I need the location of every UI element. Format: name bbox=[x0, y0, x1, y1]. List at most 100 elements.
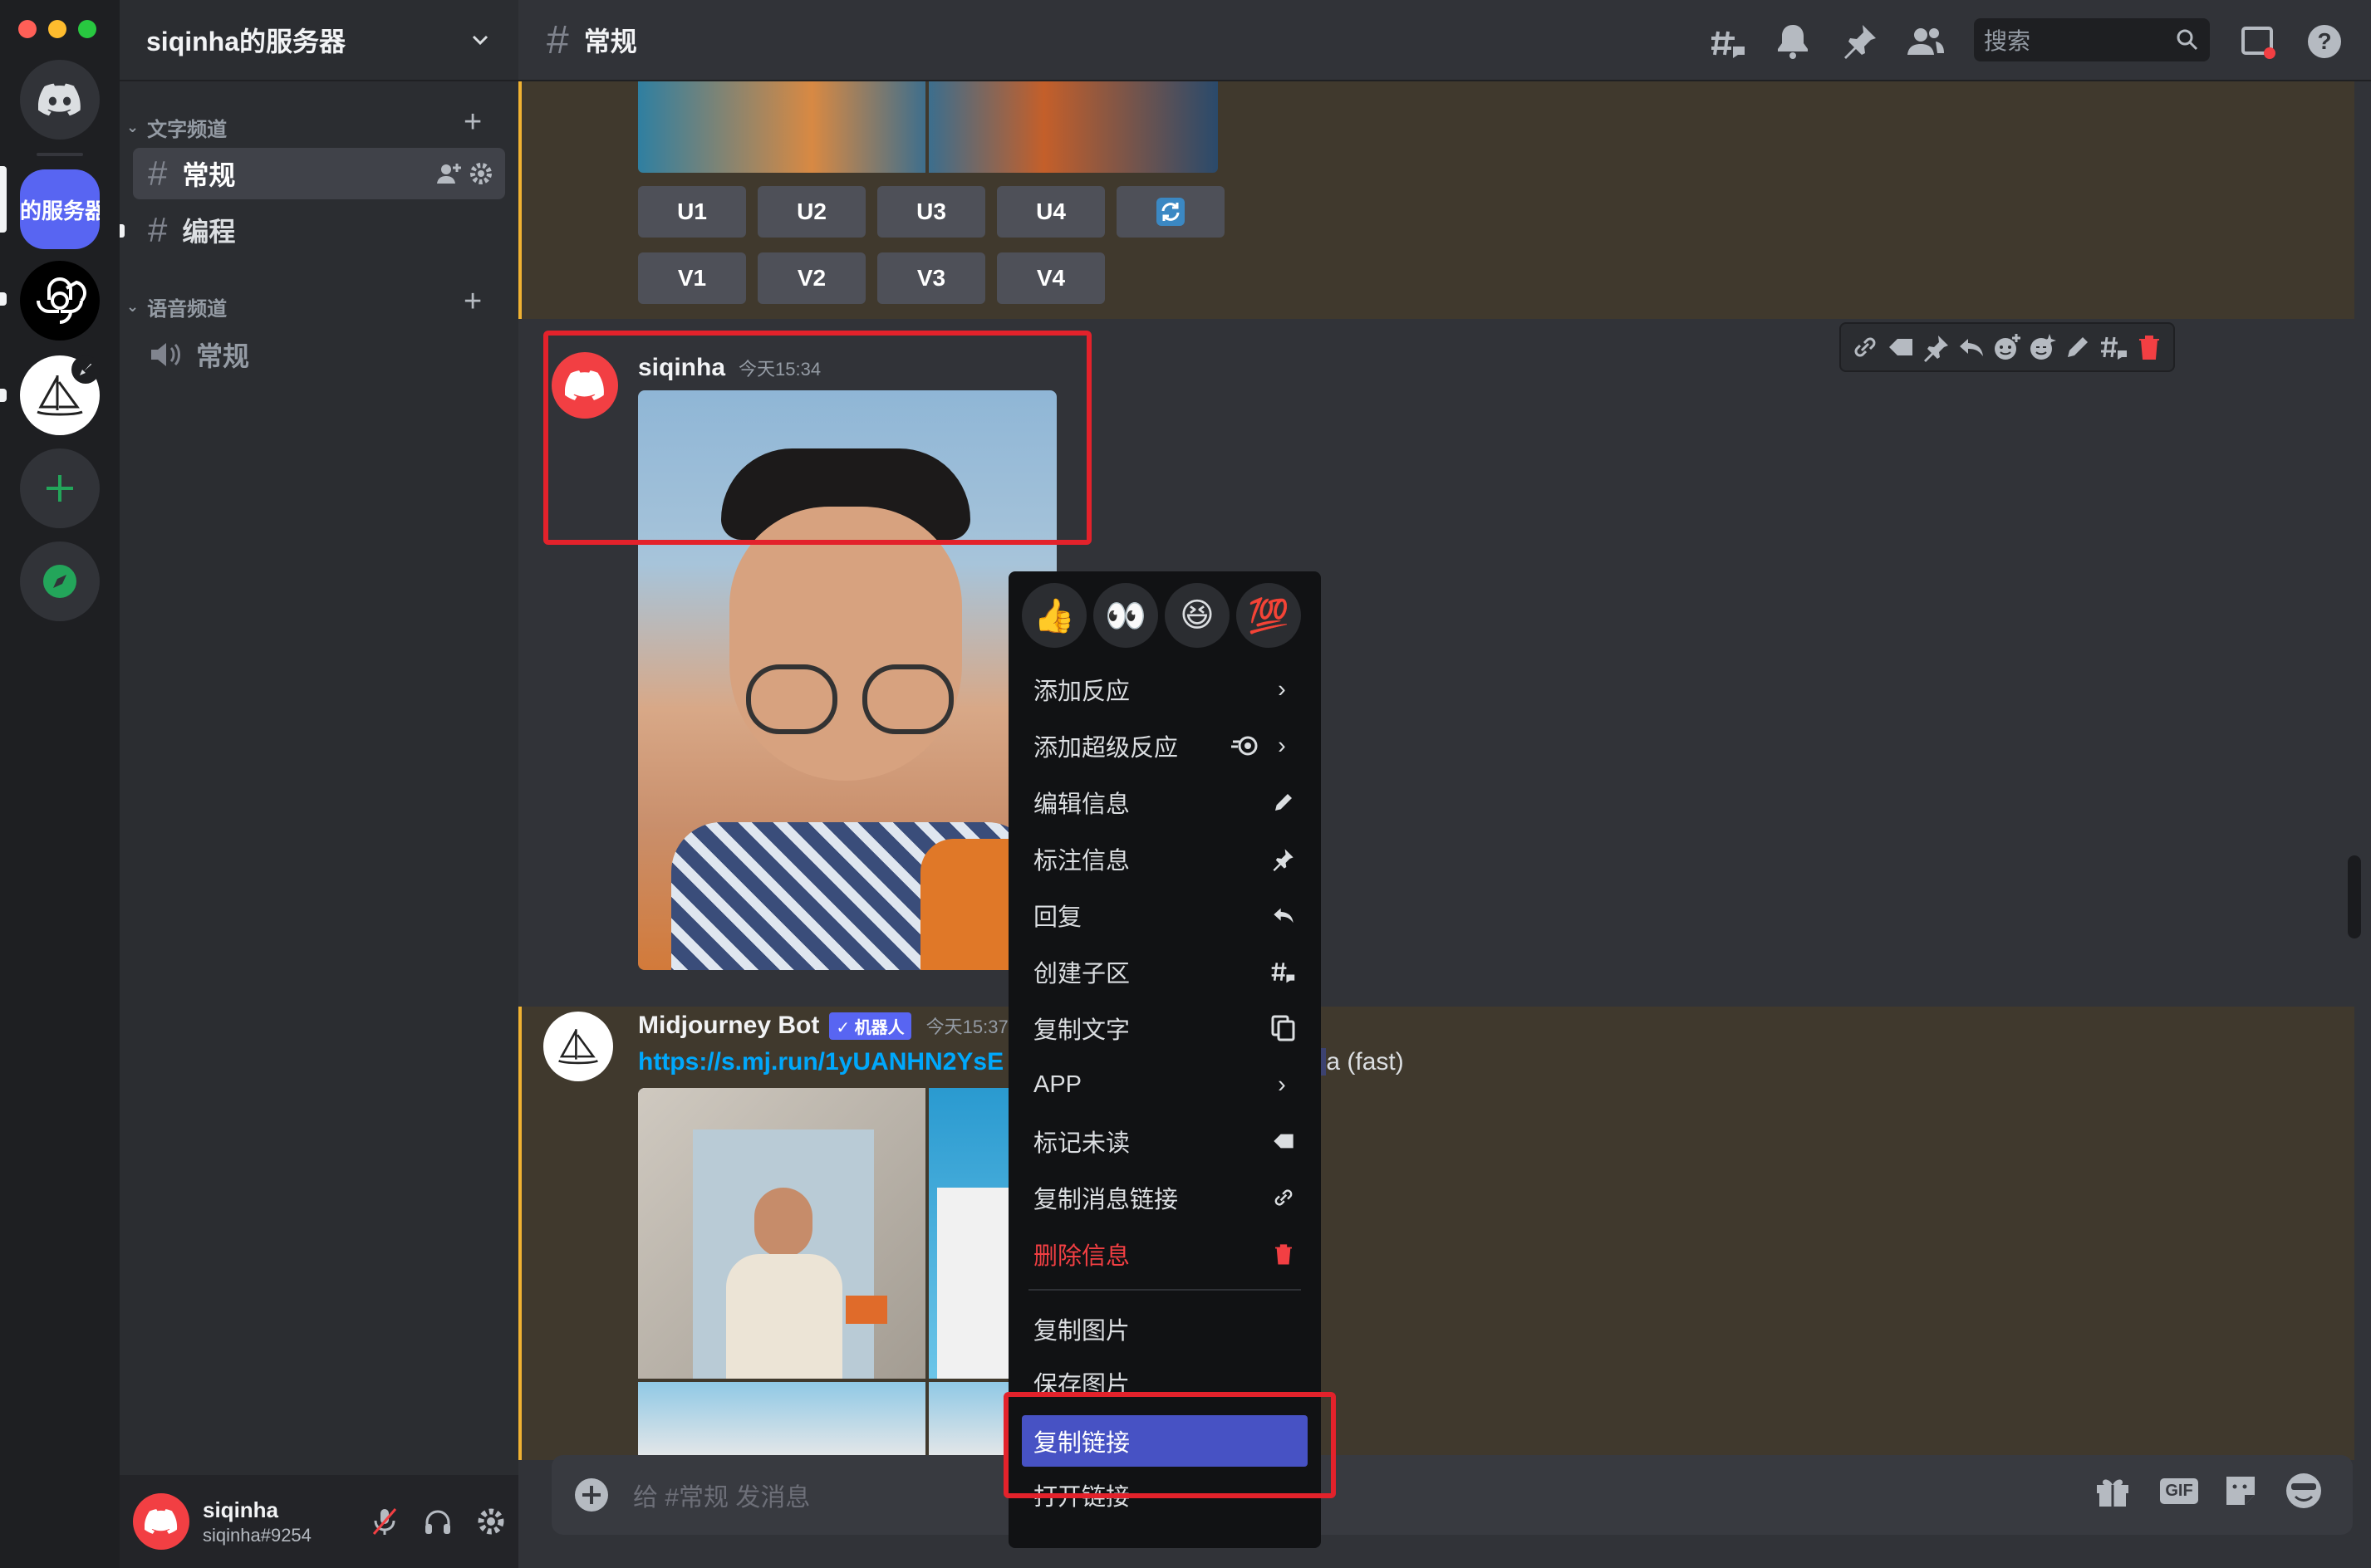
button-v1[interactable]: V1 bbox=[638, 252, 746, 304]
upload-plus-icon[interactable] bbox=[573, 1477, 610, 1513]
unread-indicator bbox=[120, 224, 125, 238]
channel-label: 常规 bbox=[182, 160, 236, 190]
trash-icon bbox=[1275, 1244, 1292, 1265]
button-u1[interactable]: U1 bbox=[638, 186, 746, 238]
menu-item-add-super-reaction[interactable]: 添加超级反应 › bbox=[1022, 718, 1308, 774]
category-label: 文字频道 bbox=[147, 119, 228, 141]
message-composer[interactable]: 给 #常规 发消息 bbox=[552, 1455, 2353, 1535]
home-button[interactable] bbox=[20, 60, 100, 140]
sticker-icon[interactable] bbox=[2220, 1470, 2261, 1512]
gif-icon: GIF bbox=[2160, 1477, 2198, 1504]
message-list: U1 U2 U3 U4 V1 V2 V3 V4 siqinha 今天15:34 bbox=[518, 81, 2371, 1460]
reaction-eyes[interactable]: 👀 bbox=[1093, 583, 1158, 648]
prompt-link[interactable]: https://s.mj.run/1yUANHN2YsE bbox=[638, 1048, 1004, 1076]
voice-channel-general[interactable]: 常规 bbox=[133, 329, 505, 380]
button-u3[interactable]: U3 bbox=[877, 186, 985, 238]
reaction-laughing[interactable]: 😆 bbox=[1165, 583, 1230, 648]
menu-item-delete[interactable]: 删除信息 bbox=[1022, 1226, 1308, 1282]
menu-item-copy-text[interactable]: 复制文字 bbox=[1022, 1000, 1308, 1056]
collapse-chevron-icon: ⌄ bbox=[126, 298, 140, 315]
user-settings-gear-icon[interactable] bbox=[475, 1506, 507, 1537]
bot-badge: ✓ 机器人 bbox=[829, 1012, 911, 1040]
pin-icon[interactable] bbox=[1922, 332, 1951, 362]
headphones-icon[interactable] bbox=[422, 1506, 454, 1537]
menu-item-add-reaction[interactable]: 添加反应 › bbox=[1022, 661, 1308, 718]
emoji-picker-icon[interactable] bbox=[2283, 1470, 2324, 1512]
server-siqinha[interactable]: 的服务器 bbox=[20, 169, 100, 249]
annotation-box-message bbox=[543, 331, 1092, 545]
thread-icon[interactable] bbox=[2099, 332, 2128, 362]
channel-programming[interactable]: # 编程 bbox=[133, 204, 505, 256]
rail-divider bbox=[37, 153, 83, 156]
menu-item-copy-message-link[interactable]: 复制消息链接 bbox=[1022, 1169, 1308, 1226]
window-minimize-button[interactable] bbox=[48, 20, 66, 38]
button-u2[interactable]: U2 bbox=[758, 186, 866, 238]
bot-avatar[interactable] bbox=[543, 1012, 613, 1081]
menu-label: 编辑信息 bbox=[1033, 791, 1131, 818]
menu-item-pin[interactable]: 标注信息 bbox=[1022, 831, 1308, 887]
mark-unread-icon[interactable] bbox=[1886, 332, 1916, 362]
member-list-icon[interactable] bbox=[1906, 22, 1946, 61]
reply-icon bbox=[1274, 908, 1293, 924]
add-text-channel-icon[interactable]: + bbox=[464, 106, 482, 138]
author-name[interactable]: Midjourney Bot bbox=[638, 1012, 819, 1040]
button-u4[interactable]: U4 bbox=[997, 186, 1105, 238]
window-zoom-button[interactable] bbox=[78, 20, 96, 38]
scrollbar-thumb[interactable] bbox=[2348, 855, 2361, 938]
inbox-icon[interactable] bbox=[2238, 22, 2278, 61]
menu-label: 复制文字 bbox=[1033, 1017, 1131, 1044]
menu-item-copy-image[interactable]: 复制图片 bbox=[1022, 1301, 1308, 1357]
notification-bell-icon[interactable] bbox=[1773, 22, 1813, 61]
gift-icon[interactable] bbox=[2092, 1470, 2133, 1512]
add-reaction-icon[interactable] bbox=[1992, 332, 2022, 362]
add-server-button[interactable] bbox=[20, 448, 100, 528]
channel-settings-gear-icon[interactable] bbox=[469, 161, 493, 186]
avatar[interactable] bbox=[133, 1493, 189, 1550]
menu-label: 删除信息 bbox=[1033, 1243, 1131, 1270]
channel-general[interactable]: # 常规 bbox=[133, 148, 505, 199]
menu-item-create-thread[interactable]: 创建子区 bbox=[1022, 943, 1308, 1000]
menu-item-reply[interactable]: 回复 bbox=[1022, 887, 1308, 943]
midjourney-grid-image[interactable] bbox=[638, 1088, 1053, 1460]
copy-icon bbox=[1271, 1015, 1295, 1041]
pinned-messages-icon[interactable] bbox=[1839, 22, 1879, 61]
menu-item-mark-unread[interactable]: 标记未读 bbox=[1022, 1113, 1308, 1169]
active-server-pill bbox=[0, 166, 7, 233]
threads-icon[interactable] bbox=[1708, 22, 1748, 61]
add-voice-channel-icon[interactable]: + bbox=[464, 286, 482, 317]
explore-button[interactable] bbox=[20, 541, 100, 621]
menu-item-apps[interactable]: APP › bbox=[1022, 1056, 1308, 1113]
invite-member-icon[interactable] bbox=[435, 160, 462, 187]
search-input[interactable]: 搜索 bbox=[1974, 18, 2210, 61]
category-text[interactable]: ⌄ 文字频道 bbox=[126, 113, 227, 142]
mute-mic-icon[interactable] bbox=[369, 1506, 400, 1537]
explore-compass-icon bbox=[43, 565, 76, 598]
discord-avatar-icon bbox=[145, 1509, 178, 1534]
reroll-button[interactable] bbox=[1117, 186, 1225, 238]
mention-bar-2 bbox=[518, 1007, 522, 1460]
button-v4[interactable]: V4 bbox=[997, 252, 1105, 304]
menu-label: 复制图片 bbox=[1033, 1318, 1131, 1345]
button-v3[interactable]: V3 bbox=[877, 252, 985, 304]
help-icon[interactable]: ? bbox=[2305, 22, 2344, 61]
menu-item-edit[interactable]: 编辑信息 bbox=[1022, 774, 1308, 831]
upscale-grid-image[interactable] bbox=[638, 81, 1218, 173]
hash-icon: # bbox=[547, 17, 569, 62]
super-reaction-icon[interactable] bbox=[2028, 332, 2058, 362]
gif-button[interactable]: GIF bbox=[2158, 1470, 2200, 1512]
pencil-icon[interactable] bbox=[2063, 332, 2093, 362]
category-voice[interactable]: ⌄ 语音频道 bbox=[126, 292, 227, 321]
unread-pill bbox=[0, 292, 7, 306]
search-placeholder: 搜索 bbox=[1984, 28, 2031, 54]
server-openai[interactable] bbox=[20, 261, 100, 341]
menu-label: 添加超级反应 bbox=[1033, 735, 1179, 762]
server-name-header[interactable]: siqinha的服务器 bbox=[120, 0, 518, 81]
user-tag: siqinha#9254 bbox=[203, 1524, 312, 1546]
link-icon[interactable] bbox=[1850, 332, 1880, 362]
reaction-thumbs-up[interactable]: 👍 bbox=[1022, 583, 1087, 648]
trash-icon[interactable] bbox=[2134, 332, 2164, 362]
button-v2[interactable]: V2 bbox=[758, 252, 866, 304]
window-close-button[interactable] bbox=[18, 20, 37, 38]
reply-icon[interactable] bbox=[1956, 332, 1986, 362]
reaction-hundred[interactable]: 💯 bbox=[1236, 583, 1301, 648]
